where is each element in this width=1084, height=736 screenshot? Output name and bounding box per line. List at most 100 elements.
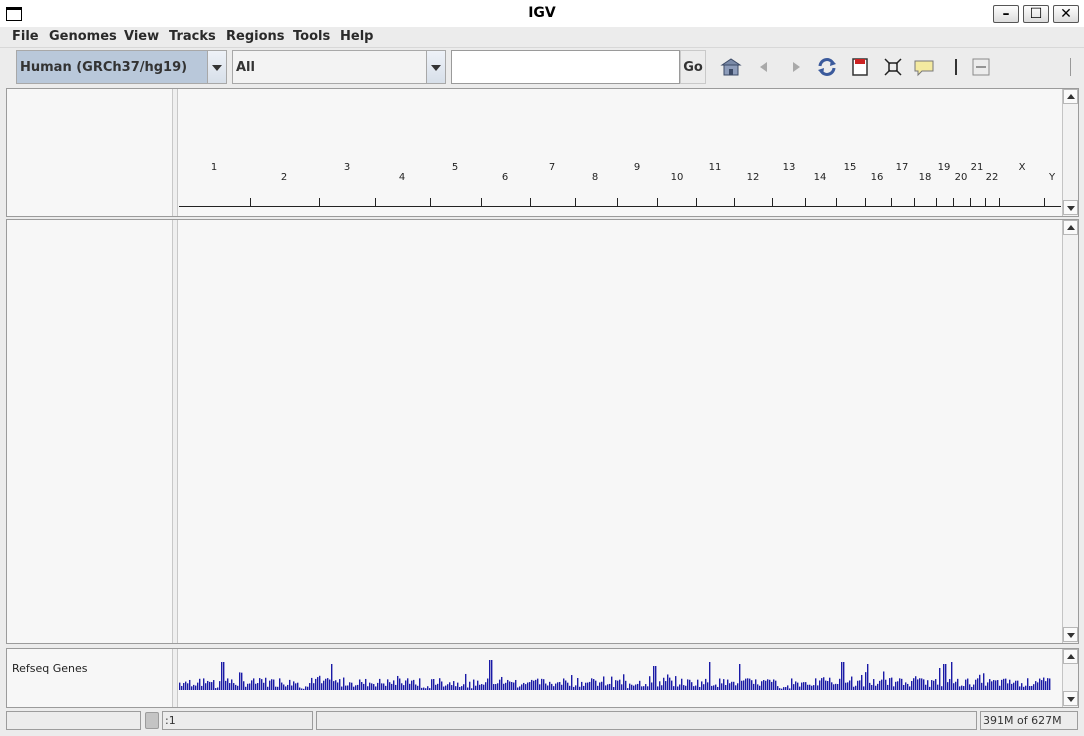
chromosome-label-20[interactable]: 20 — [955, 172, 968, 183]
gene-density-bar — [595, 680, 597, 690]
scroll-down-icon[interactable] — [1063, 691, 1078, 706]
zoom-out-icon[interactable] — [970, 56, 992, 78]
chromosome-label-18[interactable]: 18 — [919, 172, 932, 183]
chromosome-label-17[interactable]: 17 — [896, 162, 909, 173]
chromosome-label-3[interactable]: 3 — [344, 162, 350, 173]
gene-density-bar — [697, 679, 699, 690]
memory-status[interactable]: 391M of 627M — [980, 711, 1078, 730]
gene-density-bar — [207, 680, 209, 690]
gene-density-bar — [985, 685, 987, 690]
menu-view[interactable]: View — [124, 29, 159, 44]
gene-density-bar — [551, 683, 553, 690]
scroll-down-icon[interactable] — [1063, 627, 1078, 642]
chromosome-label-8[interactable]: 8 — [592, 172, 598, 183]
chromosome-dropdown[interactable]: All — [232, 50, 446, 84]
gene-density-track[interactable] — [179, 649, 1061, 707]
resize-icon[interactable] — [882, 56, 904, 78]
chromosome-label-5[interactable]: 5 — [452, 162, 458, 173]
gene-density-bar — [907, 683, 909, 690]
chevron-down-icon[interactable] — [207, 51, 226, 83]
menu-tools[interactable]: Tools — [293, 29, 330, 44]
gene-density-bar — [609, 683, 611, 690]
chevron-down-icon[interactable] — [426, 51, 445, 83]
menu-genomes[interactable]: Genomes — [49, 29, 117, 44]
gene-density-bar — [999, 685, 1001, 690]
minimize-button[interactable]: – — [993, 5, 1019, 23]
chromosome-label-Y[interactable]: Y — [1049, 172, 1055, 183]
gene-density-bar — [569, 685, 571, 690]
menu-tracks[interactable]: Tracks — [169, 29, 216, 44]
chromosome-label-16[interactable]: 16 — [871, 172, 884, 183]
menu-file[interactable]: File — [12, 29, 39, 44]
gene-density-bar — [629, 683, 631, 690]
gene-density-bar — [183, 683, 185, 690]
gene-density-bar — [223, 662, 225, 690]
gene-density-bar — [721, 683, 723, 690]
go-button[interactable]: Go — [680, 50, 706, 84]
data-scrollbar[interactable] — [1062, 220, 1078, 643]
menu-help[interactable]: Help — [340, 29, 373, 44]
chromosome-label-6[interactable]: 6 — [502, 172, 508, 183]
gene-density-bar — [221, 662, 223, 690]
chromosome-label-11[interactable]: 11 — [709, 162, 722, 173]
gene-density-bar — [557, 682, 559, 690]
gene-density-bar — [257, 683, 259, 690]
chromosome-label-14[interactable]: 14 — [814, 172, 827, 183]
chromosome-label-21[interactable]: 21 — [971, 162, 984, 173]
gene-density-bar — [735, 685, 737, 690]
gene-density-bar — [481, 684, 483, 690]
gene-density-bar — [617, 680, 619, 690]
chromosome-label-4[interactable]: 4 — [399, 172, 405, 183]
roi-icon[interactable] — [849, 56, 871, 78]
refresh-icon[interactable] — [816, 56, 838, 78]
ruler-icon[interactable] — [945, 56, 967, 78]
close-icon: ✕ — [1060, 6, 1072, 22]
gene-density-bar — [861, 674, 863, 690]
chromosome-label-2[interactable]: 2 — [281, 172, 287, 183]
scroll-down-icon[interactable] — [1063, 200, 1078, 215]
scroll-up-icon[interactable] — [1063, 220, 1078, 235]
chromosome-ruler[interactable]: 1 2 3 4 5 6 7 8 9 10 11 12 13 14 15 16 17 18 19 20 21 22 X Y — [179, 89, 1061, 216]
menu-regions[interactable]: Regions — [226, 29, 285, 44]
genome-dropdown[interactable]: Human (GRCh37/hg19) — [16, 50, 227, 84]
chromosome-label-13[interactable]: 13 — [783, 162, 796, 173]
feature-scrollbar[interactable] — [1062, 649, 1078, 707]
gene-density-bar — [179, 682, 181, 690]
chromosome-label-22[interactable]: 22 — [986, 172, 999, 183]
gene-density-bar — [775, 680, 777, 690]
maximize-button[interactable]: ☐ — [1023, 5, 1049, 23]
header-scrollbar[interactable] — [1062, 89, 1078, 216]
gene-density-bar — [275, 686, 277, 690]
chromosome-label-15[interactable]: 15 — [844, 162, 857, 173]
gene-density-bar — [991, 681, 993, 690]
gene-density-bar — [959, 686, 961, 690]
chromosome-label-12[interactable]: 12 — [747, 172, 760, 183]
forward-icon[interactable] — [785, 56, 807, 78]
chromosome-label-X[interactable]: X — [1019, 162, 1026, 173]
chromosome-label-1[interactable]: 1 — [211, 162, 217, 173]
scroll-up-icon[interactable] — [1063, 649, 1078, 664]
chromosome-label-9[interactable]: 9 — [634, 162, 640, 173]
gene-density-bar — [533, 680, 535, 690]
gene-density-bar — [783, 687, 785, 690]
gene-density-bar — [665, 681, 667, 690]
chromosome-label-10[interactable]: 10 — [671, 172, 684, 183]
gene-density-bar — [625, 680, 627, 690]
ruler-tick — [319, 198, 320, 206]
gene-density-bar — [293, 681, 295, 690]
data-track-area[interactable] — [179, 220, 1061, 643]
chromosome-label-7[interactable]: 7 — [549, 162, 555, 173]
home-icon[interactable] — [720, 56, 742, 78]
locus-search-input[interactable] — [451, 50, 680, 84]
scroll-up-icon[interactable] — [1063, 89, 1078, 104]
track-name-refseq[interactable]: Refseq Genes — [12, 662, 88, 675]
chromosome-label-19[interactable]: 19 — [938, 162, 951, 173]
gene-density-bar — [217, 687, 219, 690]
gene-density-bar — [581, 681, 583, 690]
gene-density-bar — [233, 683, 235, 690]
gene-density-bar — [405, 680, 407, 690]
popup-text-icon[interactable] — [913, 56, 935, 78]
close-button[interactable]: ✕ — [1053, 5, 1079, 23]
gene-density-bar — [591, 678, 593, 690]
back-icon[interactable] — [753, 56, 775, 78]
